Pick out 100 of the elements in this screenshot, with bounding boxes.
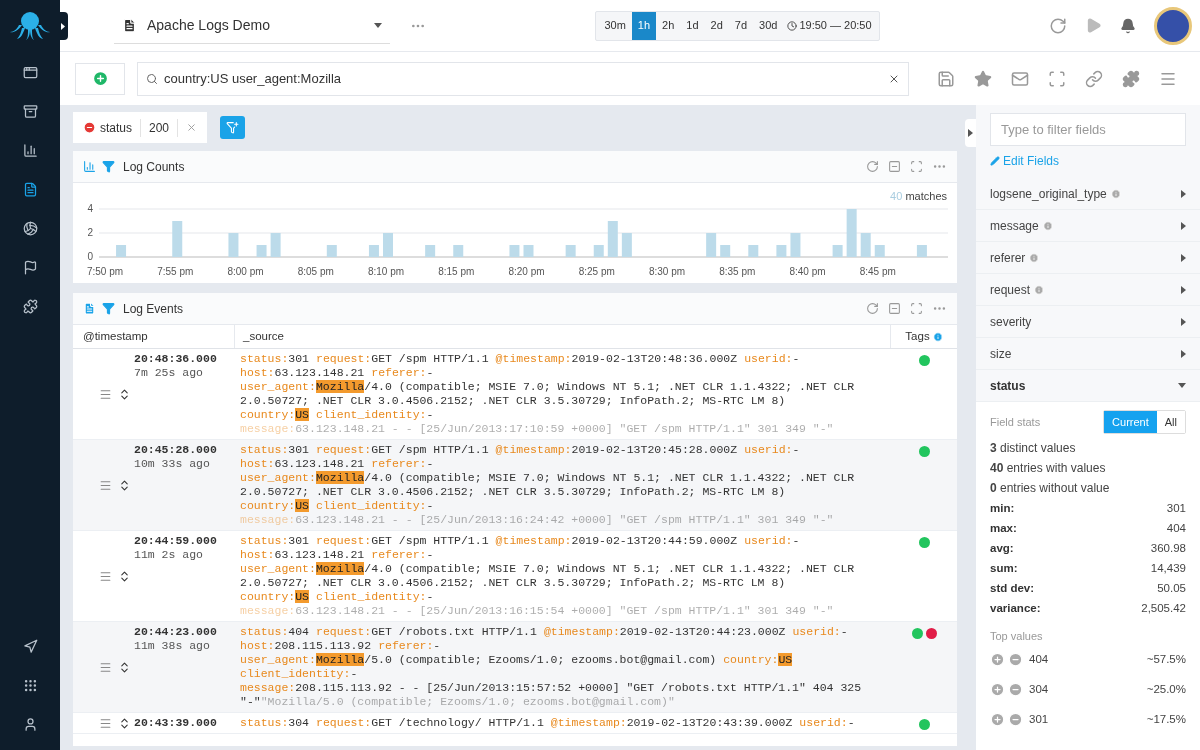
count-bar — [607, 221, 618, 257]
time-range-tab[interactable]: 1h — [631, 11, 657, 40]
caret-icon — [1181, 189, 1186, 198]
dashboard-select[interactable]: Apache Logs Demo — [114, 7, 390, 44]
menu-icon[interactable] — [99, 387, 112, 401]
time-range-tab[interactable]: 30d — [753, 11, 784, 40]
play-icon[interactable] — [1085, 17, 1102, 34]
stat-value: 14,439 — [1150, 561, 1186, 576]
save-icon[interactable] — [937, 69, 955, 88]
stat-value: 360.98 — [1150, 541, 1186, 556]
top-value-share: ~17.5% — [1146, 711, 1186, 727]
puzzle-icon[interactable] — [1122, 69, 1140, 88]
top-value: 404 — [1029, 651, 1049, 667]
count-bar — [453, 245, 464, 257]
count-bar — [790, 233, 801, 257]
filter-chip[interactable]: status 200 — [73, 112, 208, 143]
field-item[interactable]: size — [976, 338, 1200, 370]
menu-icon[interactable] — [99, 569, 112, 583]
time-range-tab[interactable]: 30m — [598, 11, 632, 40]
field-item[interactable]: request — [976, 274, 1200, 306]
axis-label: 8:30 pm — [648, 266, 686, 277]
pencil-icon[interactable] — [990, 156, 1000, 166]
axis-label: 8:20 pm — [508, 266, 545, 277]
column-header[interactable]: _source — [235, 325, 891, 348]
count-bar — [621, 233, 632, 257]
time-range-tab[interactable]: 2h — [656, 11, 681, 40]
time-window[interactable]: 19:50 — 20:50 — [797, 11, 877, 40]
count-bar — [874, 245, 885, 257]
remove-icon[interactable] — [186, 122, 198, 133]
caret-icon — [1181, 349, 1186, 358]
time-range-tab[interactable]: 2d — [704, 11, 729, 40]
refresh-icon[interactable] — [1049, 16, 1067, 35]
stat-label: std dev: — [990, 581, 1035, 596]
stat-value: 301 — [1166, 501, 1186, 516]
field-item[interactable]: status — [976, 370, 1200, 402]
octopus-logo[interactable] — [10, 11, 50, 41]
add-button[interactable] — [75, 62, 125, 95]
star-icon[interactable] — [974, 69, 992, 88]
count-bar — [270, 233, 281, 257]
filter-icon[interactable] — [102, 302, 115, 315]
stat-value: 2,505.42 — [1141, 601, 1186, 616]
refresh-icon[interactable] — [866, 160, 879, 173]
count-bar — [565, 245, 576, 257]
stat-value: 50.05 — [1157, 581, 1186, 596]
time-range-tab[interactable]: 1d — [680, 11, 705, 40]
avatar[interactable] — [1154, 6, 1192, 45]
axis-label: 7:55 pm — [157, 266, 194, 277]
caret-icon — [1178, 383, 1186, 388]
minimize-icon[interactable] — [888, 302, 901, 315]
axis-label: 8:25 pm — [578, 266, 615, 277]
column-header[interactable]: @timestamp — [73, 325, 235, 348]
fullscreen-icon[interactable] — [1048, 69, 1066, 88]
add-filter-button[interactable] — [220, 116, 246, 139]
field-item[interactable]: message — [976, 210, 1200, 242]
column-header[interactable]: Tags — [905, 327, 930, 346]
axis-label: 2 — [87, 227, 93, 238]
expand-icon[interactable] — [118, 716, 131, 730]
menu-icon[interactable] — [99, 660, 112, 674]
minimize-icon[interactable] — [888, 160, 901, 173]
link-icon[interactable] — [1085, 69, 1103, 88]
fullscreen-icon[interactable] — [910, 302, 923, 315]
event-source: status:301 request:GET /spm HTTP/1.1 @timestamp:2019-02-13T20:45:28.000Z userid:- host:63.123.148.21 referer:- user_agent:Mozilla/4.0 (compatible; MSIE 7.0; Windows NT 5.1; .NET CLR 1.1.4322; .NET CLR 2.0.50727; .NET CLR 3.0.4506.2152; .NET CLR 3.5.30729; InfoPath.2; MS-RTC LM 8) country:US client_identity:- message:63.123.148.21 - - [25/Jun/2013:16:24:42 +0000] "GET /spm HTTP/1.1" 301 349 "-" — [240, 443, 856, 527]
match-count: 40 — [890, 190, 903, 202]
field-filter-input[interactable]: Type to filter fields — [990, 113, 1186, 146]
refresh-icon[interactable] — [866, 302, 879, 315]
include-icon[interactable] — [990, 712, 1005, 727]
count-bar — [383, 233, 393, 257]
notifications-icon[interactable] — [1120, 17, 1136, 34]
fullscreen-icon[interactable] — [910, 160, 923, 173]
expand-icon[interactable] — [118, 478, 131, 492]
count-bar — [776, 245, 787, 257]
expand-tab[interactable] — [58, 12, 68, 40]
search-field[interactable]: country:US user_agent:Mozilla — [137, 61, 909, 96]
stat-count: 0 entries without value — [990, 480, 1111, 497]
caret-icon — [1181, 285, 1186, 294]
time-range-tab[interactable]: 7d — [728, 11, 754, 40]
menu-icon[interactable] — [99, 478, 112, 492]
exclude-icon[interactable] — [1008, 682, 1023, 697]
include-icon[interactable] — [990, 682, 1005, 697]
collapse-tab[interactable] — [965, 119, 976, 147]
exclude-icon[interactable] — [1008, 652, 1023, 667]
menu-icon[interactable] — [99, 716, 112, 730]
stat-count: 3 distinct values — [990, 440, 1077, 457]
include-icon[interactable] — [990, 652, 1005, 667]
field-item[interactable]: severity — [976, 306, 1200, 338]
stat-label: variance: — [990, 601, 1041, 616]
event-age: 7m 25s ago — [134, 366, 204, 380]
axis-label: 8:15 pm — [438, 266, 475, 277]
count-bar — [706, 233, 717, 257]
axis-label: 4 — [87, 203, 93, 214]
axis-label: 8:40 pm — [789, 266, 826, 277]
field-item[interactable]: referer — [976, 242, 1200, 274]
filter-icon[interactable] — [102, 160, 115, 173]
expand-icon[interactable] — [118, 660, 131, 674]
expand-icon[interactable] — [118, 569, 131, 583]
event-source: status:404 request:GET /robots.txt HTTP/1.1 @timestamp:2019-02-13T20:44:23.000Z userid:- host:208.115.113.92 referer:- user_agent:Mozilla/5.0 (compatible; Ezooms/1.0; ezooms.bot@gmail.com) country:US client_identity:- message:208.115.113.92 - - [25/Jun/2013:15:57:52 +0000] "GET /robots.txt HTTP/1.1" 404 325 "-""Mozilla/5.0 (compatible; Ezooms/1.0; ezooms.bot@gmail.com)" — [240, 625, 863, 709]
field-item[interactable]: logsene_original_type — [976, 178, 1200, 210]
expand-icon[interactable] — [118, 387, 131, 401]
mail-icon[interactable] — [1011, 69, 1029, 88]
exclude-icon[interactable] — [1008, 712, 1023, 727]
